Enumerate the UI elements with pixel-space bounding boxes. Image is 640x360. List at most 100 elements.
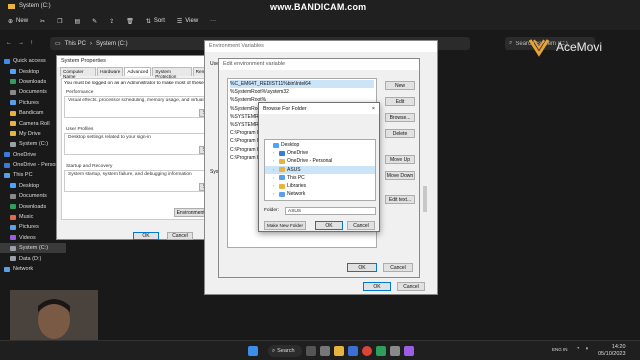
sidebar-item-label: Desktop [19,182,40,189]
tree-item[interactable]: › This PC [265,174,375,182]
sidebar-item-label: My Drive [19,130,41,137]
tab-advanced[interactable]: Advanced [124,67,152,76]
tab-computer-name[interactable]: Computer Name [60,67,97,79]
folder-icon [279,191,285,197]
edit-text-button[interactable]: Edit text... [385,195,415,204]
user-profiles-group: User Profiles Desktop settings related t… [64,127,213,155]
sidebar-item[interactable]: Network [0,264,66,274]
store-icon[interactable] [348,346,358,356]
move-down-button[interactable]: Move Down [385,171,415,180]
folder-icon [8,3,15,9]
folder-icon [10,79,16,85]
edit-env-cancel-button[interactable]: Cancel [383,263,413,272]
folder-icon [10,110,16,116]
delete-button[interactable]: Delete [385,129,415,138]
new-button[interactable]: ⊕ New [8,18,28,25]
sysprop-ok-button[interactable]: OK [133,232,159,240]
browse-cancel-button[interactable]: Cancel [347,221,375,230]
path-list-item[interactable]: %C_EM64T_REDIST11%bin\Intel64 [230,80,374,89]
app-icon-2[interactable] [404,346,414,356]
more-button[interactable]: ··· [210,18,216,24]
tab-system-protection[interactable]: System Protection [152,67,192,79]
search-icon: ⌕ [509,40,513,46]
tree-item[interactable]: › OneDrive - Personal [265,157,375,165]
sidebar-item-label: System (C:) [19,141,49,148]
folder-icon [279,150,285,156]
close-icon[interactable]: × [372,106,375,112]
env-scrollbar[interactable] [423,186,427,212]
copy-icon[interactable]: ❐ [57,18,62,25]
sidebar-item[interactable]: Data (D:) [0,253,66,263]
envvars-cancel-button[interactable]: Cancel [397,282,425,291]
breadcrumb-this-pc[interactable]: This PC [65,41,86,47]
tree-item[interactable]: Desktop [265,141,375,149]
clock-date: 05/10/2023 [598,350,626,357]
delete-icon[interactable]: 🗑 [126,18,134,25]
taskbar: ⌕ Search ENG IN ◔ ◖ 14:20 05/10/2023 [0,340,640,360]
tree-item[interactable]: › ASUS [265,165,375,174]
edit-env-ok-button[interactable]: OK [347,263,377,272]
cut-icon[interactable]: ✂ [40,18,45,25]
move-up-button[interactable]: Move Up [385,155,415,164]
sort-button[interactable]: ⇅ Sort [146,18,165,25]
volume-icon[interactable]: ◖ [585,346,589,352]
chevron-right-icon[interactable]: › [273,157,277,165]
browse-ok-button[interactable]: OK [315,221,343,230]
new-button[interactable]: New [385,81,415,90]
tree-item-label: OneDrive [287,150,309,157]
chevron-right-icon[interactable]: › [273,174,277,182]
paste-icon[interactable]: ▤ [74,18,80,25]
folder-icon [10,235,16,241]
tree-item[interactable]: › Libraries [265,182,375,190]
taskbar-search[interactable]: ⌕ Search [268,345,302,357]
browse-button[interactable]: Browse... [385,113,415,122]
tree-item-label: Network [287,191,306,198]
start-icon[interactable] [248,346,258,356]
share-icon[interactable]: ⇪ [109,18,114,25]
task-view-icon[interactable] [306,346,316,356]
plus-icon: ⊕ [8,18,14,25]
view-button[interactable]: ☰ View [177,18,198,25]
tree-item-label: Libraries [287,183,307,190]
folder-tree[interactable]: Desktop › OneDrive › OneDrive - Personal › ASU… [264,139,376,201]
tree-item[interactable]: › Network [265,190,375,198]
chevron-right-icon[interactable]: › [273,166,277,174]
chevron-right-icon[interactable]: › [273,190,277,198]
explorer-window-title: System (C:) [19,3,51,9]
make-new-folder-button[interactable]: Make New Folder [264,221,306,230]
folder-icon [279,183,285,189]
tab-hardware[interactable]: Hardware [97,67,124,76]
path-list-item[interactable]: %SystemRoot%\system32 [230,88,374,96]
app-icon[interactable] [376,346,386,356]
envvars-ok-button[interactable]: OK [363,282,391,291]
chevron-right-icon[interactable]: › [273,182,277,190]
system-properties-tabs: Computer Name Hardware Advanced System P… [57,67,215,79]
file-explorer-icon[interactable] [334,346,344,356]
sysprop-cancel-button[interactable]: Cancel [167,232,193,240]
folder-icon [4,162,10,168]
search-icon: ⌕ [272,347,276,354]
sidebar-item[interactable]: System (C:) [0,243,66,254]
folder-input[interactable]: ASUS [285,207,376,215]
tree-item[interactable]: › OneDrive [265,149,375,157]
acemovi-watermark: AceMovi [528,34,640,60]
back-icon[interactable]: ← [6,40,12,46]
edit-button[interactable]: Edit [385,97,415,106]
language-indicator[interactable]: ENG IN [552,347,572,352]
clock[interactable]: 14:20 05/10/2023 [598,344,626,357]
sidebar-item-label: Network [13,266,34,272]
tree-item-label: This PC [287,174,305,181]
wifi-icon[interactable]: ◔ [576,346,580,352]
rename-icon[interactable]: ✎ [92,18,97,25]
settings-icon[interactable] [390,346,400,356]
folder-icon [10,214,16,220]
forward-icon[interactable]: → [18,40,24,46]
folder-icon [4,152,10,158]
up-icon[interactable]: ↑ [30,40,33,46]
tree-item-label: ASUS [287,166,301,173]
breadcrumb-system-c[interactable]: System (C:) [96,41,128,47]
startup-recovery-group: Startup and Recovery System startup, sys… [64,164,213,192]
chevron-right-icon[interactable]: › [273,149,277,157]
widgets-icon[interactable] [320,346,330,356]
chrome-icon[interactable] [362,346,372,356]
